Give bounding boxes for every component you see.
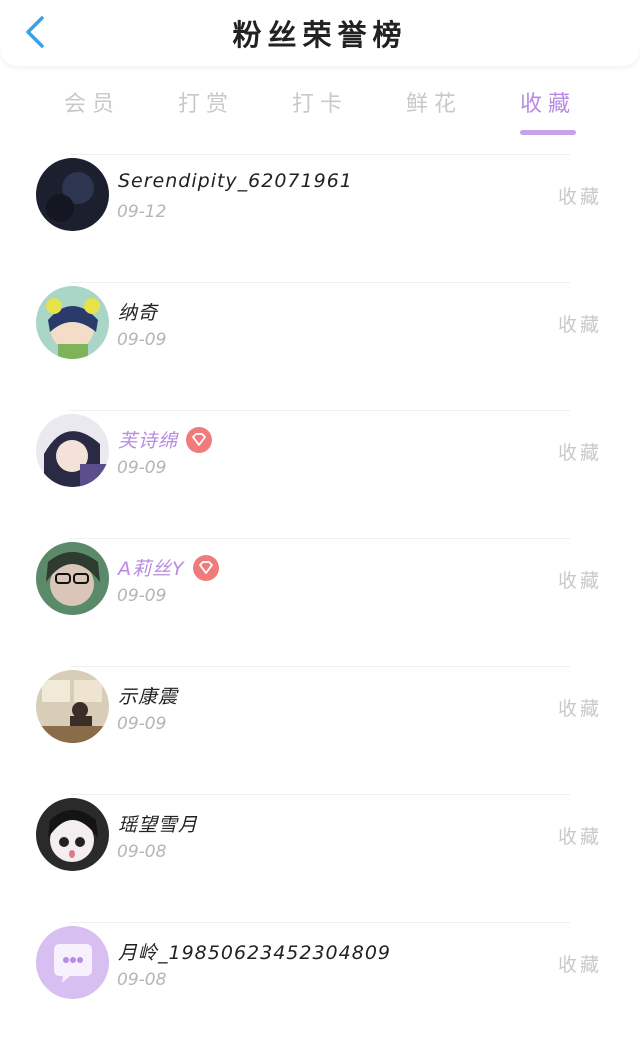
active-tab-indicator — [520, 130, 576, 135]
divider — [70, 922, 570, 923]
fan-name: Serendipity_62071961 — [118, 170, 353, 192]
list-item[interactable]: 示康震 09-09 收藏 — [0, 662, 640, 790]
list-item[interactable]: 瑶望雪月 09-08 收藏 — [0, 790, 640, 918]
action-label: 收藏 — [557, 570, 602, 592]
tab-checkin[interactable]: 打卡 — [270, 86, 370, 118]
fan-name: 月岭_19850623452304809 — [118, 942, 392, 964]
list-item[interactable]: 纳奇 09-09 收藏 — [0, 278, 640, 406]
divider — [70, 154, 570, 155]
fan-date: 09-09 — [117, 458, 167, 478]
fan-date: 09-09 — [117, 586, 167, 606]
divider — [70, 410, 570, 411]
fan-name: 纳奇 — [118, 302, 159, 324]
page-title: 粉丝荣誉榜 — [232, 18, 408, 52]
divider — [70, 666, 570, 667]
avatar[interactable] — [36, 542, 109, 615]
avatar[interactable] — [36, 926, 109, 999]
action-label: 收藏 — [557, 314, 602, 336]
vip-badge-icon — [192, 554, 219, 581]
action-label: 收藏 — [557, 186, 602, 208]
avatar[interactable] — [36, 158, 109, 231]
action-label: 收藏 — [557, 954, 602, 976]
fan-date: 09-08 — [117, 842, 167, 862]
divider — [70, 282, 570, 283]
divider — [70, 538, 570, 539]
tab-bar: 会员 打赏 打卡 鲜花 收藏 — [0, 80, 640, 140]
avatar[interactable] — [36, 414, 109, 487]
divider — [70, 794, 570, 795]
list-item[interactable]: Serendipity_62071961 09-12 收藏 — [0, 150, 640, 278]
fan-date: 09-12 — [117, 202, 167, 222]
fan-date: 09-09 — [117, 714, 167, 734]
avatar[interactable] — [36, 670, 109, 743]
list-item[interactable]: 芙诗绵 09-09 收藏 — [0, 406, 640, 534]
top-bar: 粉丝荣誉榜 — [0, 0, 640, 66]
fan-date: 09-08 — [117, 970, 167, 990]
tab-reward[interactable]: 打赏 — [156, 86, 256, 118]
list-item[interactable]: 月岭_19850623452304809 09-08 收藏 — [0, 918, 640, 1046]
tab-favorites[interactable]: 收藏 — [498, 86, 598, 118]
list-item[interactable]: A莉丝Y 09-09 收藏 — [0, 534, 640, 662]
fan-name: 示康震 — [118, 686, 179, 708]
avatar[interactable] — [36, 798, 109, 871]
fan-date: 09-09 — [117, 330, 167, 350]
action-label: 收藏 — [557, 826, 602, 848]
action-label: 收藏 — [557, 698, 602, 720]
fan-name: 芙诗绵 — [118, 426, 213, 455]
avatar[interactable] — [36, 286, 109, 359]
default-avatar-icon — [36, 926, 109, 999]
fan-name: 瑶望雪月 — [118, 814, 199, 836]
tab-flowers[interactable]: 鲜花 — [384, 86, 484, 118]
tab-member[interactable]: 会员 — [42, 86, 142, 118]
action-label: 收藏 — [557, 442, 602, 464]
fan-name: A莉丝Y — [118, 554, 219, 583]
vip-badge-icon — [186, 426, 213, 453]
